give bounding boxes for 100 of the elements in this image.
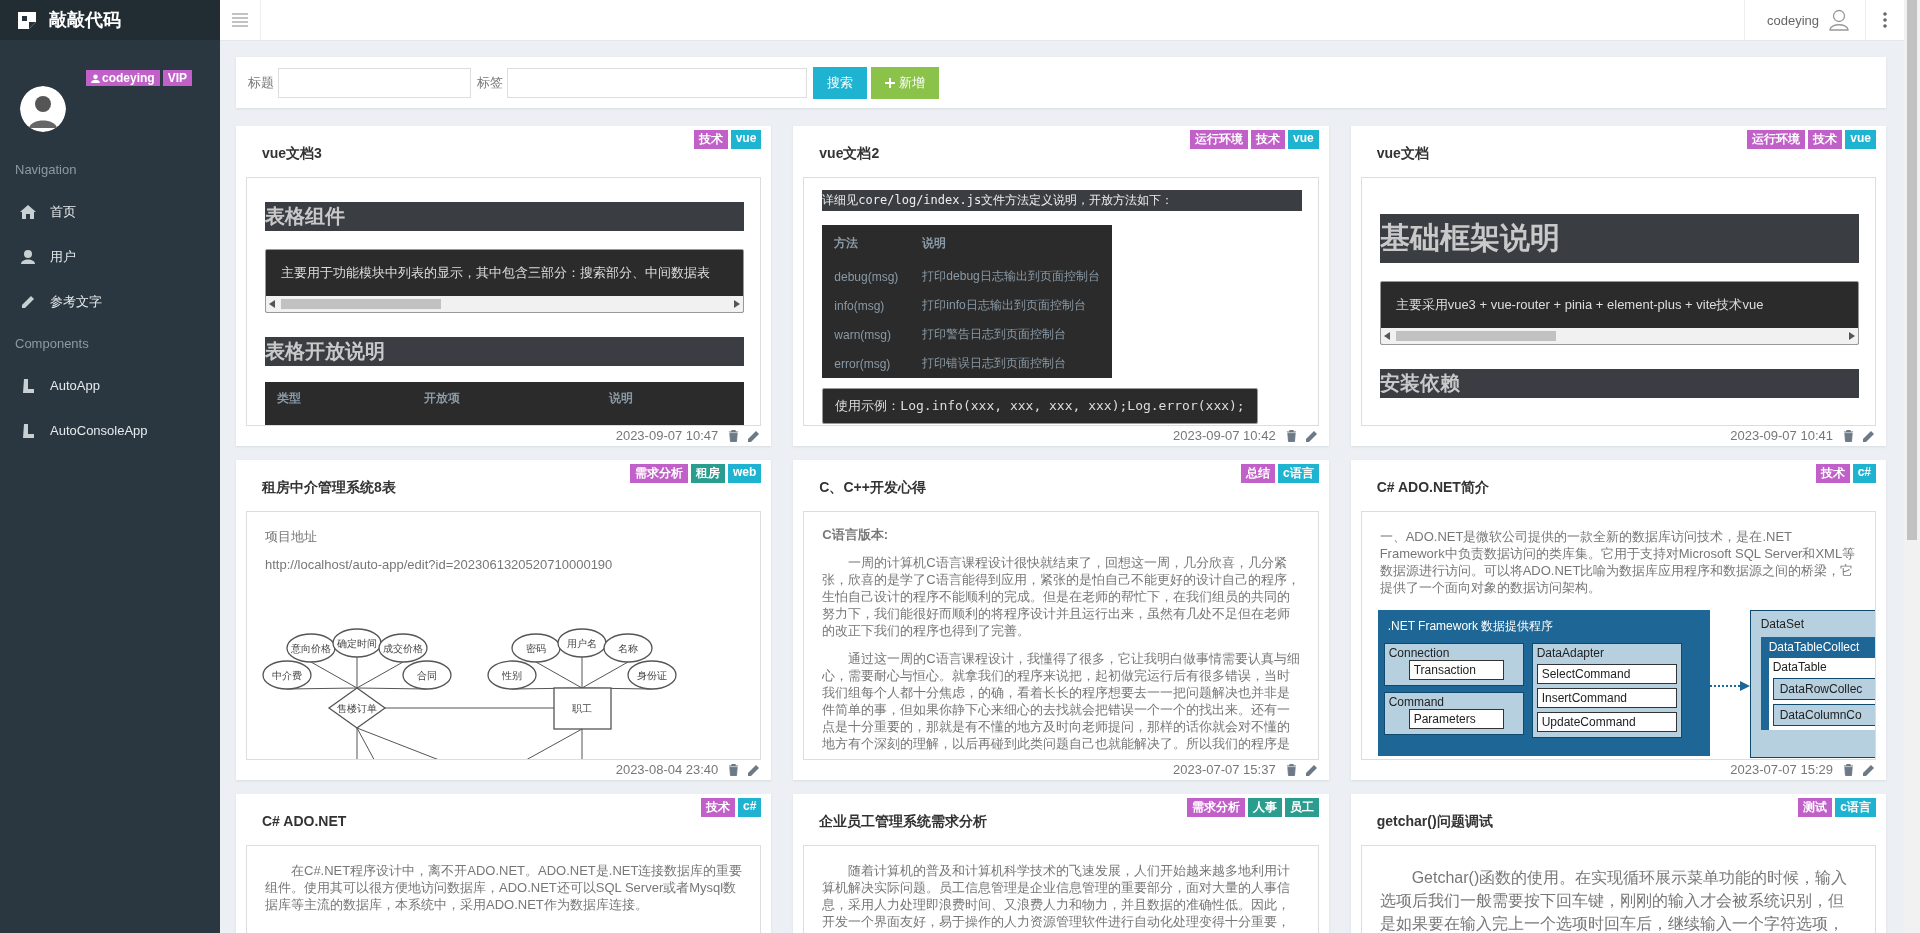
edit-icon[interactable]	[1304, 762, 1319, 777]
trash-icon[interactable]	[1285, 429, 1297, 442]
tag[interactable]: vue	[1287, 130, 1319, 149]
edit-icon[interactable]	[1304, 428, 1319, 443]
field-label: 标签	[477, 73, 503, 92]
tag[interactable]: c语言	[1277, 464, 1319, 483]
code-text: 主要采用vue3 + vue-router + pinia + element-plus + vite技术vue	[1394, 296, 1765, 314]
table-cell: 打印警告日志到页面控制台	[910, 320, 1112, 349]
component-name: DataTable	[1772, 660, 1828, 674]
field-label: 标题	[248, 73, 274, 92]
plus-icon	[885, 77, 895, 88]
tag[interactable]: 技术	[1815, 464, 1850, 483]
scrollbar[interactable]	[1904, 0, 1920, 933]
edit-icon[interactable]	[747, 428, 762, 443]
column-header: 说明	[910, 225, 1112, 262]
component-item: InsertCommand	[1536, 688, 1677, 708]
tag[interactable]: 员工	[1284, 798, 1319, 817]
scroll-right-icon[interactable]	[1849, 332, 1855, 340]
add-button[interactable]: 新增	[871, 66, 939, 99]
card-title[interactable]: vue文档3	[262, 144, 322, 162]
column-header: 方法	[822, 225, 911, 262]
trash-icon[interactable]	[1843, 429, 1854, 442]
tag[interactable]: 技术	[1808, 130, 1843, 149]
tag[interactable]: 技术	[700, 798, 735, 817]
trash-icon[interactable]	[1285, 763, 1297, 776]
nav-item[interactable]: AutoConsoleApp	[0, 408, 220, 453]
column-header: 说明	[596, 382, 745, 425]
doc-heading: 表格开放说明	[265, 337, 745, 366]
component-name: Connection	[1388, 646, 1451, 660]
tag[interactable]: 运行环境	[1747, 130, 1806, 149]
scroll-left-icon[interactable]	[269, 300, 275, 308]
paragraph: 一、ADO.NET是微软公司提供的一款全新的数据库访问技术，是在.NET Framework中负责数据访问的类库集。它用于支持对Microsoft SQL Server和XML等数据源进行访问。可以将ADO.NET比喻为数据库应用程序和数据源之间的桥梁，它提供了一个面向对象的数据访问架构。	[1379, 528, 1857, 596]
section-title: Navigation	[14, 161, 78, 179]
column-header: 类型	[265, 382, 413, 425]
tag[interactable]: 人事	[1247, 798, 1282, 817]
tag[interactable]: 技术	[1250, 130, 1285, 149]
avatar	[20, 86, 66, 132]
column-header: 开放项	[412, 382, 597, 425]
card-title[interactable]: vue文档2	[819, 144, 880, 162]
tag[interactable]: 技术	[693, 130, 728, 149]
nav-item[interactable]: 参考文字	[0, 279, 220, 324]
paragraph: 通过这一周的C语言课程设计，我懂得了很多，它让我明白做事情需要认真与细心，需要耐心与恒心。就拿我们的程序来说把，起初做完运行后有很多错误，当时我们组每个人都十分焦虑，的确，看着长长的程序想要去一一把问题解决也并非是件简单的事，但如果你静下心来细心的去找就会把错误一个一个的找出来。还有一点是十分重要的，那就是有不懂的地方及时向老师提问，那样的话你就会对不懂的地方有个深刻的理解，以后再碰到此类问题自己也就能解决了。所以我们的程序是	[822, 650, 1301, 752]
card-title[interactable]: vue文档	[1376, 144, 1429, 162]
scroll-left-icon[interactable]	[1383, 332, 1390, 340]
scrollbar-thumb[interactable]	[281, 299, 441, 309]
tag[interactable]: web	[728, 464, 762, 483]
tag[interactable]: 需求分析	[630, 464, 688, 483]
edit-icon[interactable]	[1862, 762, 1876, 777]
tag[interactable]: c#	[1852, 464, 1876, 483]
component-item: UpdateCommand	[1536, 712, 1677, 732]
doc-heading: 表格组件	[265, 202, 745, 231]
boot-icon	[20, 422, 36, 439]
table-cell: debug(msg)	[822, 262, 911, 291]
card-title[interactable]: C、C++开发心得	[819, 478, 926, 496]
component-name: DataTableCollect	[1768, 640, 1861, 654]
tag[interactable]: 测试	[1798, 798, 1833, 817]
tag[interactable]: vue	[730, 130, 762, 149]
section-title: Components	[14, 335, 90, 353]
paragraph: Getchar()函数的使用。在实现循环展示菜单功能的时候，输入选项后我们一般需要按下回车键，刚刚的输入才会被系统识别，但是如果要在输入完上一个选项时回车后，继续输入一个字符选项，	[1379, 868, 1849, 933]
tag[interactable]: 租房	[691, 464, 725, 483]
tag[interactable]: 运行环境	[1189, 130, 1248, 149]
nav-item[interactable]: 首页	[0, 189, 220, 234]
logo-icon	[17, 10, 37, 30]
edit-icon[interactable]	[747, 762, 762, 777]
component-item: Transaction	[1408, 660, 1504, 680]
tag[interactable]: c#	[737, 798, 762, 817]
card-title[interactable]: getchar()问题调试	[1376, 812, 1493, 830]
component-item: Parameters	[1408, 709, 1504, 729]
scroll-right-icon[interactable]	[734, 300, 741, 308]
nav-item[interactable]: AutoApp	[0, 363, 220, 408]
date: 2023-08-04 23:40	[615, 762, 719, 777]
code-text: 使用示例：Log.info(xxx, xxx, xxx, xxx);Log.error(xxx);	[834, 397, 1246, 415]
card-title[interactable]: C# ADO.NET简介	[1376, 478, 1489, 496]
user-icon[interactable]	[1829, 9, 1849, 31]
pencil-icon	[20, 293, 36, 310]
er-diagram-drawing: 意向价格 确定时间 成交价格 中介费 合同 密码 用户名 名称 性别 身份证 售楼订单 职工	[262, 628, 677, 759]
doc-heading: 安装依赖	[1379, 369, 1859, 398]
date: 2023-07-07 15:37	[1173, 762, 1276, 777]
card-title[interactable]: 租房中介管理系统8表	[262, 478, 396, 496]
card-title[interactable]: 企业员工管理系统需求分析	[819, 812, 988, 830]
trash-icon[interactable]	[728, 763, 740, 776]
tag-input[interactable]	[507, 67, 807, 98]
trash-icon[interactable]	[1843, 763, 1854, 776]
scrollbar-thumb[interactable]	[1395, 331, 1556, 341]
tag[interactable]: c语言	[1835, 798, 1876, 817]
title-input[interactable]	[278, 67, 471, 98]
paragraph: 项目地址	[265, 528, 318, 545]
date: 2023-09-07 10:47	[615, 428, 719, 443]
tag[interactable]: 总结	[1240, 464, 1275, 483]
trash-icon[interactable]	[728, 429, 740, 442]
nav-item[interactable]: 用户	[0, 234, 220, 279]
user-name[interactable]: codeying	[1766, 12, 1819, 28]
tag[interactable]: 需求分析	[1186, 798, 1245, 817]
component-item: SelectCommand	[1536, 664, 1677, 684]
tag[interactable]: vue	[1845, 130, 1876, 149]
search-button[interactable]: 搜索	[813, 66, 867, 99]
edit-icon[interactable]	[1862, 428, 1876, 443]
component-item: DataRowCollec	[1772, 678, 1875, 700]
card-title[interactable]: C# ADO.NET	[262, 812, 347, 830]
more-icon[interactable]	[1883, 12, 1887, 28]
